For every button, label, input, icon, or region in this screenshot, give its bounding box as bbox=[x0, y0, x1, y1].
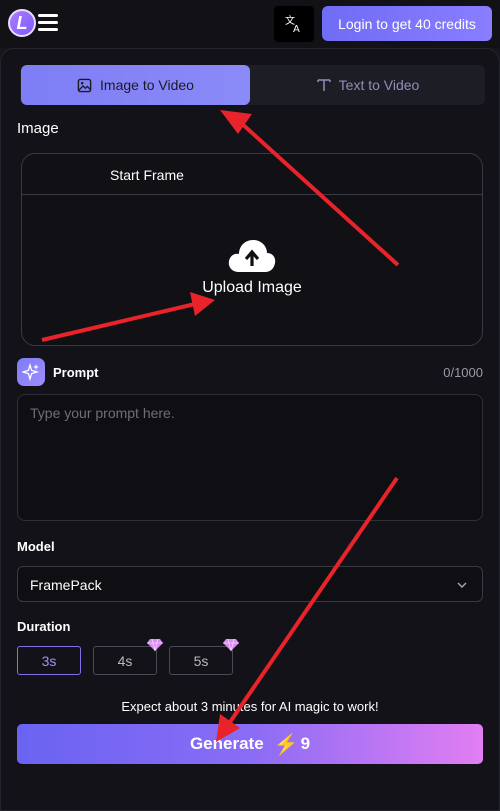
upload-image-area[interactable]: Upload Image bbox=[22, 196, 482, 346]
model-selected-value: FramePack bbox=[30, 577, 102, 593]
translate-icon: 文 A bbox=[285, 14, 300, 34]
model-label: Model bbox=[17, 539, 55, 554]
model-select[interactable]: FramePack bbox=[17, 566, 483, 602]
svg-text:A: A bbox=[293, 24, 300, 34]
sparkle-icon bbox=[17, 358, 45, 386]
image-icon bbox=[77, 78, 92, 92]
gem-icon bbox=[147, 638, 163, 652]
login-button[interactable]: Login to get 40 credits bbox=[322, 6, 492, 41]
tab-image-to-video[interactable]: Image to Video bbox=[21, 65, 250, 105]
gem-icon bbox=[223, 638, 239, 652]
image-section-label: Image bbox=[17, 120, 59, 137]
prompt-char-counter: 0/1000 bbox=[443, 365, 483, 380]
duration-option-3s[interactable]: 3s bbox=[17, 646, 81, 675]
frame-header: Start Frame bbox=[22, 154, 482, 195]
duration-option-4s[interactable]: 4s bbox=[93, 638, 163, 675]
prompt-input[interactable] bbox=[17, 394, 483, 521]
upload-image-label: Upload Image bbox=[202, 279, 302, 296]
tab-label: Image to Video bbox=[100, 77, 194, 93]
logo[interactable]: L bbox=[8, 9, 36, 37]
translate-button[interactable]: 文 A bbox=[274, 6, 314, 42]
expect-time-text: Expect about 3 minutes for AI magic to w… bbox=[121, 699, 379, 714]
tab-label: Text to Video bbox=[338, 77, 420, 93]
upload-box: Start Frame Upload Image bbox=[21, 153, 483, 346]
cloud-upload-icon bbox=[228, 240, 276, 272]
tab-text-to-video[interactable]: Text to Video bbox=[252, 65, 484, 105]
generate-label: Generate bbox=[189, 734, 264, 753]
generate-cost: 9 bbox=[300, 734, 311, 753]
bolt-icon: ⚡ bbox=[273, 733, 299, 756]
start-frame-title: Start Frame bbox=[110, 167, 184, 183]
chevron-down-icon bbox=[457, 582, 467, 588]
prompt-label: Prompt bbox=[53, 365, 99, 380]
duration-label: Duration bbox=[17, 619, 71, 634]
text-icon bbox=[316, 79, 331, 91]
top-bar: L 文 A Login to get 40 credits bbox=[0, 0, 500, 48]
duration-option-label: 3s bbox=[41, 652, 57, 669]
duration-option-5s[interactable]: 5s bbox=[169, 638, 239, 675]
duration-option-label: 5s bbox=[193, 652, 209, 669]
generate-button[interactable]: Generate ⚡ 9 bbox=[17, 724, 483, 764]
duration-option-label: 4s bbox=[117, 652, 133, 669]
logo-letter: L bbox=[16, 12, 28, 33]
mode-tabs: Image to Video Text to Video bbox=[20, 65, 485, 105]
menu-icon[interactable] bbox=[38, 14, 58, 32]
